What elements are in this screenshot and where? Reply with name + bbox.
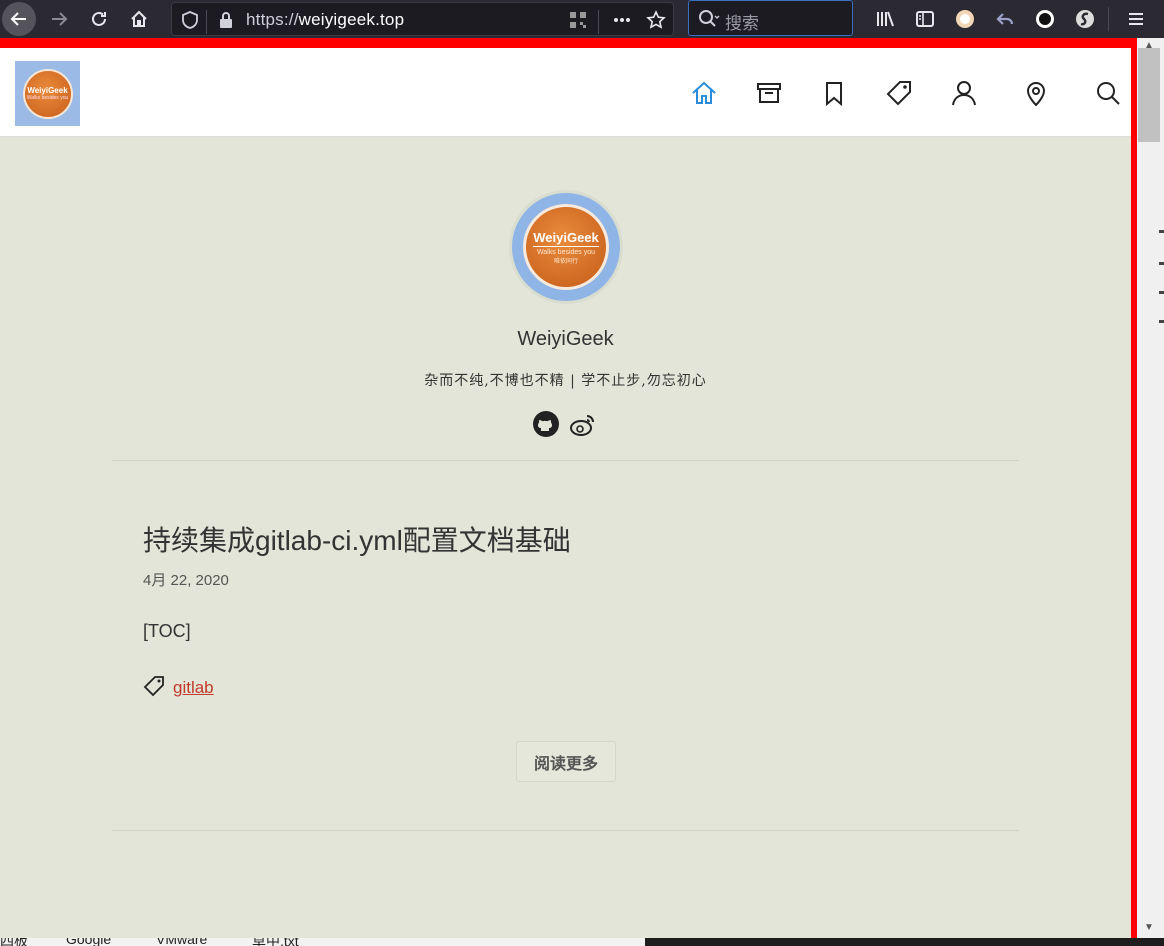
location-icon	[1026, 82, 1046, 107]
edge-mark	[1159, 262, 1164, 265]
circle-extension-icon	[1036, 10, 1054, 28]
hamburger-menu-icon	[1129, 13, 1143, 25]
shield-icon[interactable]	[180, 10, 200, 30]
library-button[interactable]	[869, 3, 901, 35]
taskbar-item[interactable]: 四板	[0, 938, 28, 946]
url-separator-2	[598, 10, 599, 34]
back-button[interactable]	[2, 2, 36, 36]
highlight-frame-top	[0, 38, 1136, 48]
nav-location[interactable]	[1021, 78, 1051, 108]
search-box[interactable]: 搜索	[688, 0, 853, 36]
post-excerpt: [TOC]	[143, 621, 191, 641]
reload-button[interactable]	[83, 3, 115, 35]
lock-icon[interactable]	[216, 10, 236, 30]
search-placeholder: 搜索	[725, 14, 759, 33]
star-icon[interactable]	[646, 10, 666, 30]
scrollbar-thumb[interactable]	[1138, 48, 1160, 142]
archive-icon	[757, 83, 781, 103]
undo-icon	[996, 13, 1014, 25]
avatar-subtag: 唯依同行	[553, 258, 578, 265]
site-motto: 杂而不纯,不博也不精 | 学不止步,勿忘初心	[424, 373, 707, 389]
reload-icon	[92, 11, 106, 26]
read-more-button[interactable]: 阅读更多	[516, 741, 616, 782]
extension-avatar-icon	[956, 10, 974, 28]
post-tag-link[interactable]: gitlab	[173, 678, 214, 698]
home-button[interactable]	[123, 3, 155, 35]
tag-icon	[886, 81, 911, 106]
github-link[interactable]	[532, 410, 560, 438]
menu-button[interactable]	[1120, 3, 1152, 35]
extension-button-3[interactable]	[1069, 3, 1101, 35]
divider-bottom	[112, 830, 1019, 831]
avatar-title: WeiyiGeek	[533, 229, 599, 247]
url-host: weiyigeek.top	[298, 10, 405, 29]
highlight-frame-right	[1131, 38, 1137, 938]
url-separator	[206, 10, 207, 34]
post-date: 4月 22, 2020	[143, 572, 229, 589]
post-title[interactable]: 持续集成gitlab-ci.yml配置文档基础	[143, 519, 571, 559]
scroll-down-arrow[interactable]: ▼	[1144, 922, 1154, 933]
page-scrollbar[interactable]	[1137, 38, 1164, 938]
site-name: WeiyiGeek	[517, 328, 614, 350]
home-icon	[131, 10, 147, 27]
taskbar-item[interactable]: Google	[66, 938, 111, 946]
weibo-icon	[570, 415, 594, 436]
bookmark-icon	[826, 82, 842, 107]
edge-mark	[1159, 230, 1164, 233]
nav-tags[interactable]	[884, 78, 914, 108]
search-icon	[1097, 82, 1120, 105]
extension-button-2[interactable]	[1029, 3, 1061, 35]
nav-search[interactable]	[1093, 78, 1123, 108]
browser-toolbar: https://weiyigeek.top 搜索	[0, 0, 1164, 38]
avatar-tagline: Walks besides you	[536, 248, 596, 256]
nav-home[interactable]	[689, 78, 719, 108]
nav-categories[interactable]	[819, 78, 849, 108]
site-header: WeiyiGeek Walks besides you	[0, 48, 1131, 137]
toolbar-separator	[1108, 7, 1109, 31]
forward-button[interactable]	[43, 3, 75, 35]
edge-mark	[1159, 291, 1164, 294]
library-icon	[877, 11, 894, 27]
extension-button[interactable]	[949, 3, 981, 35]
home-icon	[692, 81, 716, 104]
weibo-link[interactable]	[569, 410, 597, 438]
profile-avatar[interactable]: WeiyiGeek Walks besides you 唯依同行	[509, 190, 623, 304]
more-actions-icon[interactable]	[612, 10, 632, 30]
page-viewport	[0, 38, 1164, 938]
edge-mark	[1159, 320, 1164, 323]
s-extension-icon	[1076, 10, 1094, 28]
site-logo[interactable]: WeiyiGeek Walks besides you	[15, 61, 80, 126]
logo-tagline: Walks besides you	[26, 95, 69, 101]
arrow-left-icon	[10, 12, 26, 26]
scroll-up-arrow[interactable]: ▲	[1144, 40, 1154, 51]
nav-about[interactable]	[949, 78, 979, 108]
sidebar-button[interactable]	[909, 3, 941, 35]
logo-badge: WeiyiGeek Walks besides you	[22, 68, 73, 119]
github-icon	[533, 411, 559, 437]
taskbar-item[interactable]: VMware	[156, 938, 207, 946]
sidebar-icon	[916, 11, 934, 27]
arrow-right-icon	[52, 12, 68, 26]
taskbar-items: 四板 Google VMware 草中.txt	[0, 938, 645, 946]
divider-top	[112, 460, 1019, 461]
qr-code-icon[interactable]	[568, 10, 588, 30]
undo-close-button[interactable]	[989, 3, 1021, 35]
url-text[interactable]: https://weiyigeek.top	[246, 10, 404, 30]
taskbar-item[interactable]: 草中.txt	[252, 938, 299, 946]
search-icon	[699, 10, 720, 27]
nav-archive[interactable]	[754, 78, 784, 108]
tag-icon	[143, 676, 164, 697]
avatar-badge: WeiyiGeek Walks besides you 唯依同行	[523, 204, 609, 290]
logo-title: WeiyiGeek	[27, 86, 68, 95]
url-bar[interactable]: https://weiyigeek.top	[171, 2, 674, 36]
user-icon	[952, 81, 976, 106]
url-scheme: https://	[246, 10, 299, 29]
